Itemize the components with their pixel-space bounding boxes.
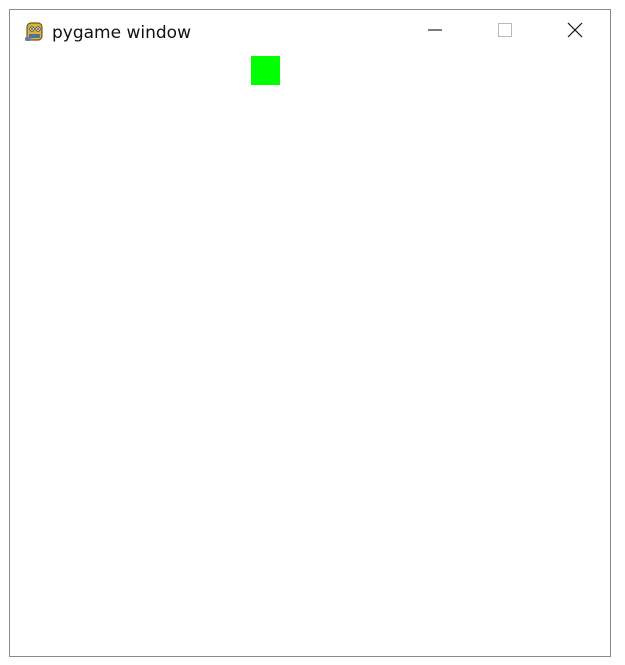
close-button[interactable] [552, 10, 598, 54]
close-icon [567, 22, 583, 42]
maximize-button[interactable] [482, 10, 528, 54]
maximize-icon [497, 22, 513, 42]
minimize-icon [427, 22, 443, 42]
title-bar[interactable]: pygame window [10, 10, 610, 56]
pygame-snake-icon [23, 20, 47, 44]
game-canvas[interactable] [10, 56, 610, 656]
green-square [251, 56, 280, 85]
window-title: pygame window [52, 23, 191, 43]
pygame-window: pygame window [9, 9, 611, 657]
minimize-button[interactable] [412, 10, 458, 54]
